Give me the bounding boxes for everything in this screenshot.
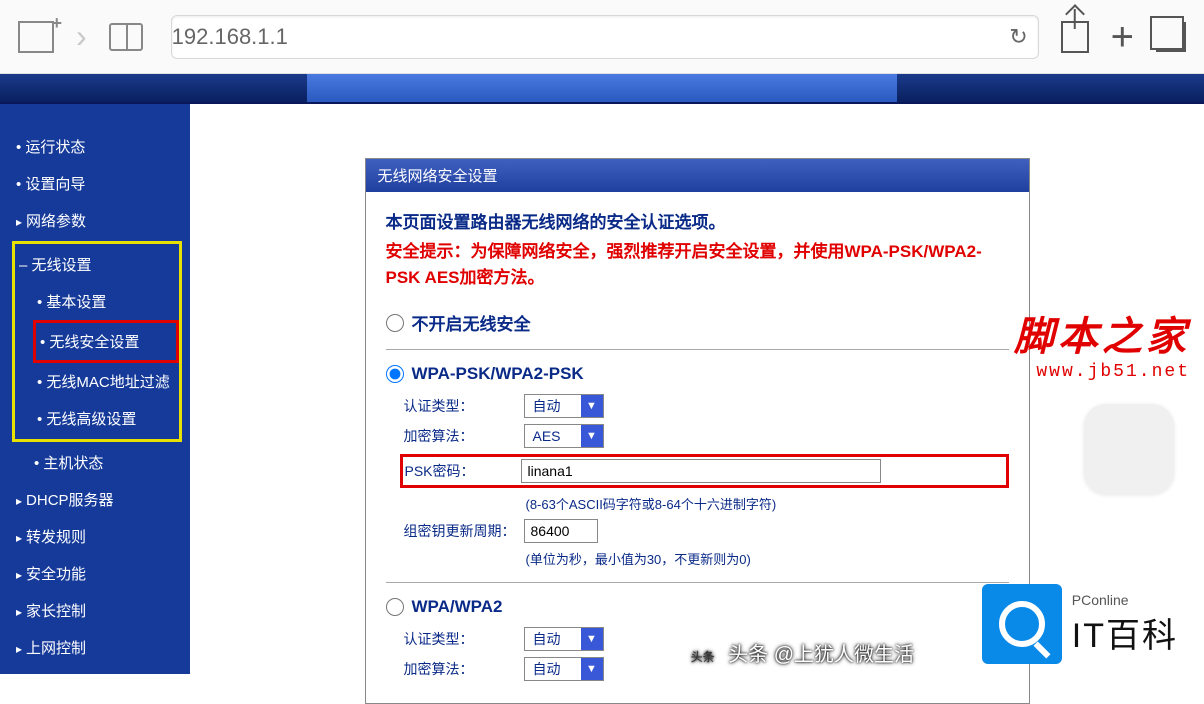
hint-gk: (单位为秒，最小值为30，不更新则为0) (526, 549, 1009, 568)
sidebar-item[interactable]: ▸安全功能 (12, 555, 182, 592)
watermark-jb51: 脚本之家 www.jb51.net (1014, 304, 1190, 382)
psk-highlight: PSK密码： (400, 454, 1009, 488)
sidebar-item[interactable]: ▸DHCP服务器 (12, 481, 182, 518)
router-header (0, 74, 1204, 104)
radio-wpapsk[interactable] (386, 365, 404, 383)
sidebar-item[interactable]: ▸路由功能 (12, 666, 182, 703)
bookmarks-icon[interactable] (109, 23, 143, 51)
url-bar[interactable]: 192.168.1.1 ↻ (171, 15, 1039, 59)
highlight-group: – 无线设置 基本设置 无线安全设置 无线MAC地址过滤 无线高级设置 (12, 241, 182, 442)
sidebar: 运行状态 设置向导 ▸网络参数 – 无线设置 基本设置 无线安全设置 无线MAC… (0, 104, 190, 674)
radio-wpa[interactable] (386, 598, 404, 616)
panel-title: 无线网络安全设置 (366, 159, 1029, 192)
input-gk[interactable] (524, 519, 598, 543)
sidebar-item[interactable]: – 无线设置 (15, 246, 179, 283)
sidebar-item[interactable]: 无线高级设置 (33, 400, 179, 437)
sidebar-item-active[interactable]: 无线安全设置 (33, 320, 179, 363)
main-content: 无线网络安全设置 本页面设置路由器无线网络的安全认证选项。 安全提示：为保障网络… (190, 104, 1204, 674)
sidebar-item[interactable]: ▸网络参数 (12, 202, 182, 239)
input-psk[interactable] (521, 459, 881, 483)
share-icon[interactable] (1061, 21, 1089, 53)
reload-icon[interactable]: ↻ (1009, 24, 1027, 50)
sidebar-item[interactable]: 无线MAC地址过滤 (33, 363, 179, 400)
avatar-icon: 头条 (689, 642, 717, 670)
radio-wpa-label: WPA/WPA2 (412, 597, 503, 617)
sidebar-item[interactable]: 主机状态 (30, 444, 182, 481)
radio-none[interactable] (386, 314, 404, 332)
attribution: 头条 头条 @上犹人微生活 (0, 638, 954, 670)
hint-psk: (8-63个ASCII码字符或8-64个十六进制字符) (526, 494, 1009, 513)
sidebar-item[interactable]: 运行状态 (12, 128, 182, 165)
sidebar-item[interactable]: ▸家长控制 (12, 592, 182, 629)
sidebar-item[interactable]: 设置向导 (12, 165, 182, 202)
browser-toolbar: + › 192.168.1.1 ↻ + (0, 0, 1204, 74)
watermark-pconline: PConline IT百科 (982, 584, 1178, 664)
sidebar-item[interactable]: 基本设置 (33, 283, 179, 320)
floating-card (1084, 404, 1174, 494)
url-text: 192.168.1.1 (172, 24, 288, 50)
label-gk: 组密钥更新周期： (404, 521, 524, 541)
forward-icon[interactable]: › (76, 18, 87, 55)
panel-warning: 安全提示：为保障网络安全，强烈推荐开启安全设置，并使用WPA-PSK/WPA2-… (386, 239, 1009, 290)
new-tab-icon[interactable]: + (1111, 17, 1134, 57)
magnifier-icon (982, 584, 1062, 664)
label-enc: 加密算法： (404, 426, 524, 446)
settings-panel: 无线网络安全设置 本页面设置路由器无线网络的安全认证选项。 安全提示：为保障网络… (365, 158, 1030, 704)
label-auth: 认证类型： (404, 396, 524, 416)
label-psk: PSK密码： (405, 461, 521, 481)
app-icon[interactable]: + (18, 21, 54, 53)
radio-wpapsk-label: WPA-PSK/WPA2-PSK (412, 364, 584, 384)
select-auth[interactable]: 自动▼ (524, 394, 604, 418)
tabs-icon[interactable] (1156, 22, 1186, 52)
panel-desc: 本页面设置路由器无线网络的安全认证选项。 (386, 208, 1009, 233)
select-enc[interactable]: AES▼ (524, 424, 604, 448)
sidebar-item[interactable]: ▸转发规则 (12, 518, 182, 555)
radio-none-label: 不开启无线安全 (412, 310, 531, 335)
